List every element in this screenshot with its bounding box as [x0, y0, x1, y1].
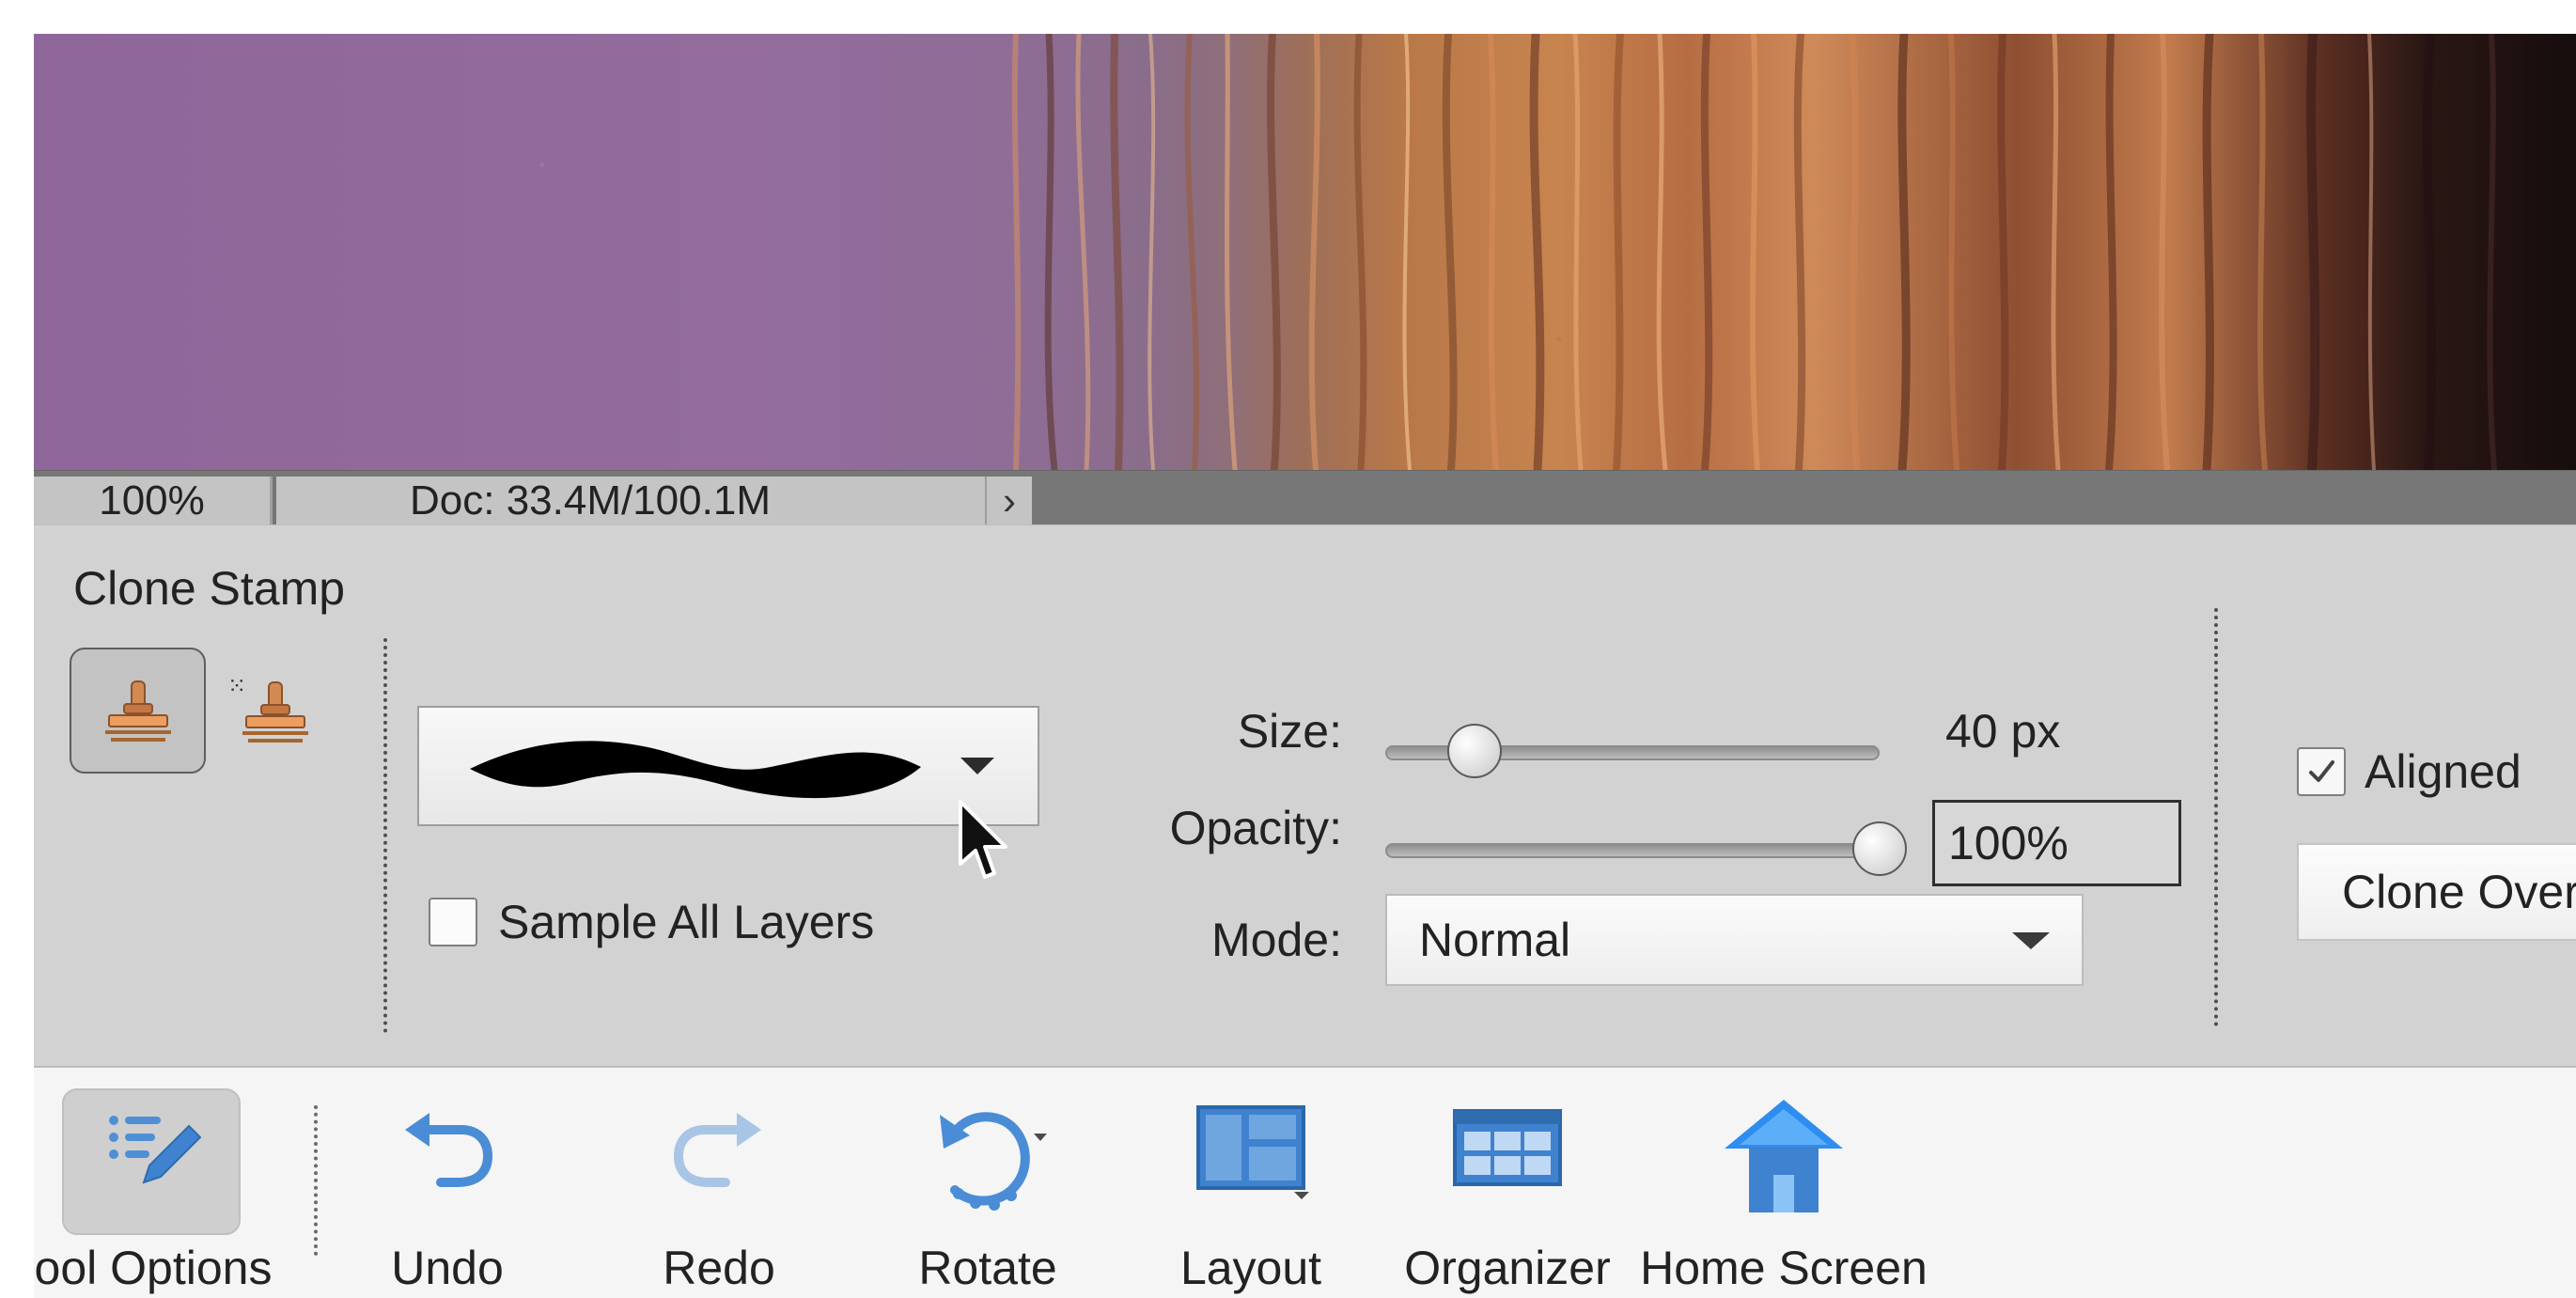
sample-all-layers-label: Sample All Layers — [498, 896, 875, 948]
blend-mode-select[interactable]: Normal — [1385, 894, 2084, 986]
checkmark-icon — [2309, 760, 2334, 782]
undo-icon — [396, 1094, 499, 1202]
opacity-input[interactable]: 100% — [1932, 800, 2181, 886]
sample-all-layers-control[interactable]: Sample All Layers — [429, 898, 874, 946]
bottom-taskbar: ool Options Undo Redo Rotate Layout Orga… — [34, 1066, 2576, 1298]
document-status-bar: 100% Doc: 33.4M/100.1M › — [34, 470, 2576, 526]
taskbar-divider — [314, 1105, 318, 1256]
sample-all-layers-checkbox[interactable] — [429, 898, 477, 946]
zoom-level[interactable]: 100% — [34, 477, 273, 525]
layout-label: Layout — [1179, 1242, 1322, 1294]
rotate-icon — [917, 1094, 1058, 1221]
layout-icon — [1185, 1094, 1317, 1212]
clone-stamp-mode-button[interactable] — [70, 648, 206, 774]
home-screen-label: Home Screen — [1640, 1242, 1928, 1294]
home-icon — [1713, 1094, 1854, 1230]
aligned-checkbox[interactable] — [2297, 747, 2346, 796]
opacity-label: Opacity: — [1169, 802, 1342, 854]
size-label: Size: — [1237, 705, 1342, 758]
undo-button[interactable]: Undo — [353, 1068, 541, 1298]
tool-options-icon — [97, 1094, 210, 1193]
opacity-slider-thumb[interactable] — [1852, 821, 1907, 876]
dropdown-caret-icon[interactable] — [960, 758, 994, 774]
aligned-control[interactable]: Aligned — [2297, 747, 2521, 796]
redo-icon — [667, 1094, 771, 1202]
layout-button[interactable]: Layout — [1133, 1068, 1368, 1298]
tool-options-button[interactable]: ool Options — [34, 1068, 280, 1298]
rotate-button[interactable]: Rotate — [870, 1068, 1105, 1298]
image-canvas[interactable] — [34, 34, 2576, 470]
screenshot-stage: 100% Doc: 33.4M/100.1M › Clone Stamp ⁙ S… — [0, 0, 2576, 1298]
size-slider-thumb[interactable] — [1446, 724, 1502, 778]
clone-overlay-button[interactable]: Clone Overl — [2297, 843, 2576, 941]
photoshop-elements-window: 100% Doc: 33.4M/100.1M › Clone Stamp ⁙ S… — [34, 34, 2576, 1298]
redo-button[interactable]: Redo — [620, 1068, 818, 1298]
document-size: Doc: 33.4M/100.1M — [276, 477, 1019, 525]
pattern-stamp-mode-button[interactable]: ⁙ — [223, 661, 326, 764]
tool-options-divider-right — [2214, 608, 2218, 1026]
rotate-label: Rotate — [918, 1242, 1057, 1294]
clone-stamp-icon — [104, 680, 171, 742]
tool-options-panel: Clone Stamp ⁙ Sample All Layers Size: 40… — [34, 524, 2576, 1071]
redo-label: Redo — [663, 1242, 775, 1294]
home-screen-button[interactable]: Home Screen — [1615, 1068, 1953, 1298]
pattern-stamp-icon: ⁙ — [227, 673, 308, 743]
brush-stroke-icon — [470, 741, 921, 799]
mode-label: Mode: — [1211, 914, 1342, 966]
hair-strands-overlay — [1011, 34, 2497, 470]
blend-mode-value: Normal — [1419, 914, 1571, 966]
svg-text:⁙: ⁙ — [227, 673, 246, 699]
status-menu-arrow-icon[interactable]: › — [985, 477, 1032, 525]
tool-options-label: ool Options — [34, 1242, 273, 1294]
size-value: 40 px — [1945, 705, 2061, 758]
undo-label: Undo — [391, 1242, 504, 1294]
organizer-label: Organizer — [1404, 1242, 1611, 1294]
tool-title: Clone Stamp — [73, 562, 346, 615]
organizer-icon — [1442, 1094, 1573, 1202]
opacity-slider-track[interactable] — [1385, 843, 1880, 858]
aligned-label: Aligned — [2365, 745, 2521, 798]
organizer-button[interactable]: Organizer — [1366, 1068, 1648, 1298]
brush-preset-picker[interactable] — [417, 706, 1039, 826]
tool-options-divider — [383, 638, 387, 1033]
mode-dropdown-caret-icon[interactable] — [2012, 932, 2050, 949]
